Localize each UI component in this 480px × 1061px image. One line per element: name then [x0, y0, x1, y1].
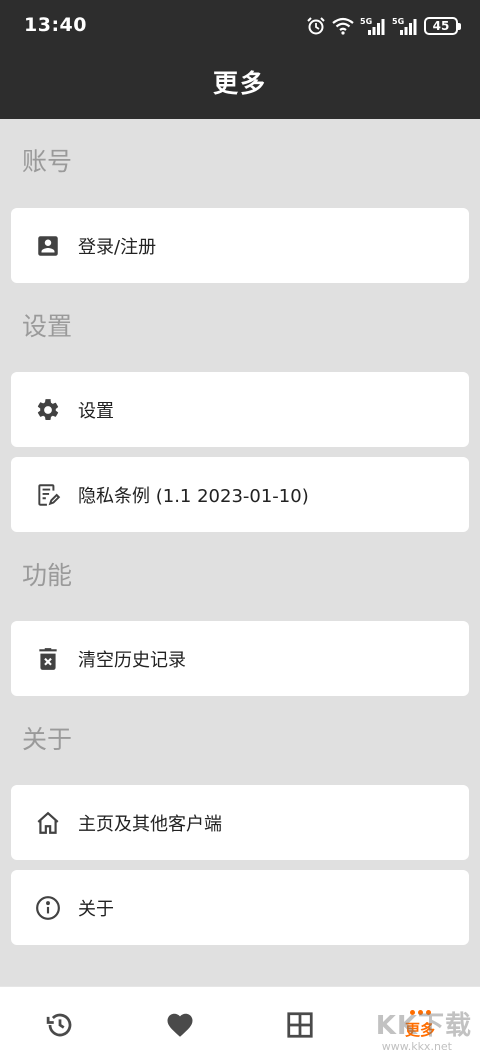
item-label: 隐私条例 (1.1 2023-01-10)	[78, 485, 309, 507]
watermark-logo: KK下载	[375, 1011, 472, 1041]
battery-indicator: 45	[424, 17, 461, 35]
item-label: 登录/注册	[78, 236, 157, 258]
svg-text:5G: 5G	[392, 17, 404, 26]
item-label: 设置	[78, 400, 114, 422]
about-item[interactable]: 关于	[11, 870, 469, 945]
nav-favorites[interactable]	[120, 987, 240, 1061]
status-icons: 5G 5G 45	[306, 14, 461, 38]
section-label-account: 账号	[22, 147, 73, 176]
section-label-about: 关于	[22, 725, 73, 754]
trash-icon	[34, 645, 62, 673]
clear-history-item[interactable]: 清空历史记录	[11, 621, 469, 696]
section-label-features: 功能	[22, 561, 73, 590]
gear-icon	[34, 396, 62, 424]
status-time: 13:40	[24, 14, 87, 36]
account-box-icon	[34, 232, 62, 260]
homepage-clients-item[interactable]: 主页及其他客户端	[11, 785, 469, 860]
svg-text:5G: 5G	[360, 17, 372, 26]
signal-5g-icon: 5G	[360, 17, 385, 35]
wifi-icon	[332, 17, 354, 35]
document-edit-icon	[34, 481, 62, 509]
section-label-settings: 设置	[22, 312, 73, 341]
top-app-bar: 13:40 5G 5G 45 更多	[0, 0, 480, 119]
grid-icon	[287, 1011, 313, 1038]
login-register-item[interactable]: 登录/注册	[11, 208, 469, 283]
page-title: 更多	[212, 69, 267, 98]
privacy-policy-item[interactable]: 隐私条例 (1.1 2023-01-10)	[11, 457, 469, 532]
history-icon	[46, 1013, 72, 1036]
alarm-icon	[307, 17, 325, 35]
item-label: 清空历史记录	[78, 649, 186, 671]
item-label: 主页及其他客户端	[78, 813, 222, 835]
info-icon	[34, 894, 62, 922]
signal-5g-icon-2: 5G	[392, 17, 417, 35]
item-label: 关于	[78, 898, 114, 920]
nav-categories[interactable]	[240, 987, 360, 1061]
watermark-url: www.kkx.net	[381, 1040, 452, 1053]
nav-history[interactable]	[0, 987, 120, 1061]
status-bar: 13:40 5G 5G 45	[0, 0, 480, 52]
home-icon	[34, 809, 62, 837]
settings-item[interactable]: 设置	[11, 372, 469, 447]
heart-icon	[167, 1013, 193, 1037]
